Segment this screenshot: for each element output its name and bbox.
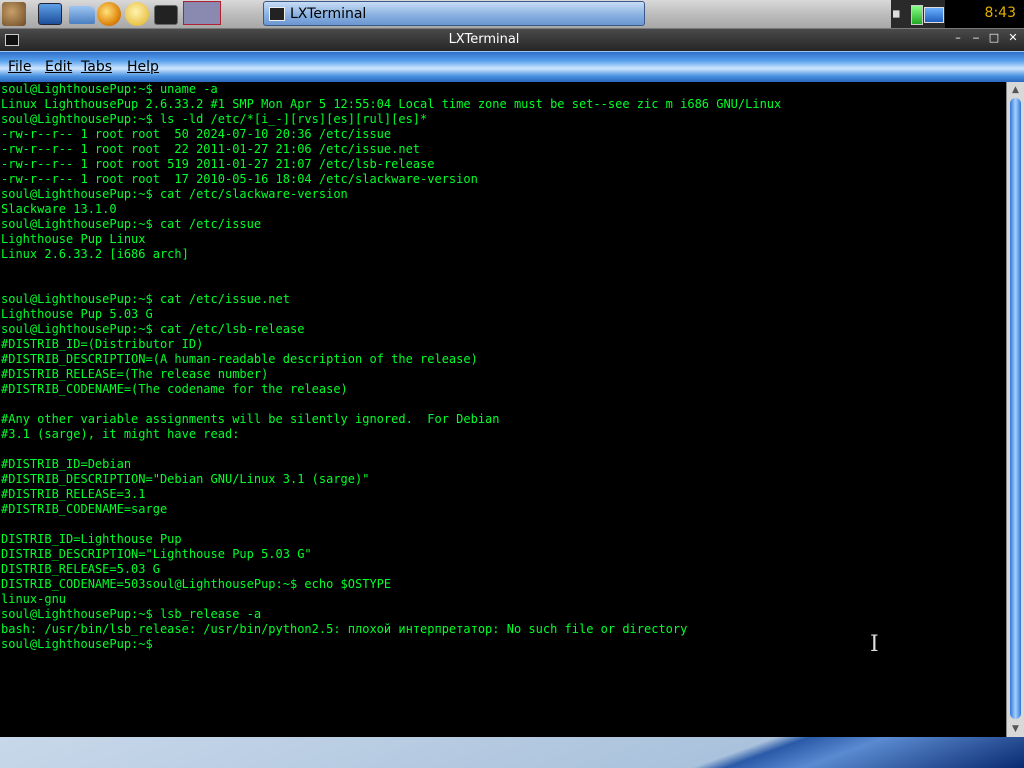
- terminal-line: soul@LighthousePup:~$ cat /etc/issue: [1, 217, 262, 231]
- terminal-icon[interactable]: [154, 5, 178, 25]
- terminal-icon: [269, 7, 285, 21]
- window-title: LXTerminal: [448, 32, 520, 47]
- terminal-line: DISTRIB_ID=Lighthouse Pup: [1, 532, 182, 546]
- terminal-line: soul@LighthousePup:~$ cat /etc/lsb-relea…: [1, 322, 305, 336]
- battery-icon[interactable]: [911, 5, 923, 25]
- menu-help[interactable]: Help: [127, 59, 159, 75]
- system-tray: [891, 0, 945, 28]
- terminal-line: #DISTRIB_RELEASE=(The release number): [1, 367, 269, 381]
- top-panel: LXTerminal 8:43: [0, 0, 1024, 29]
- terminal-line: soul@LighthousePup:~$ ls -ld /etc/*[i_-]…: [1, 112, 428, 126]
- scrollbar[interactable]: ▲ ▼: [1006, 82, 1024, 737]
- desktop-icon[interactable]: [38, 3, 62, 25]
- terminal-line: #DISTRIB_DESCRIPTION=(A human-readable d…: [1, 352, 478, 366]
- terminal-line: bash: /usr/bin/lsb_release: /usr/bin/pyt…: [1, 622, 688, 636]
- maximize-icon[interactable]: □: [986, 31, 1002, 47]
- taskbar-button-lxterminal[interactable]: LXTerminal: [263, 1, 645, 26]
- network-icon[interactable]: [924, 7, 944, 23]
- scroll-up-icon[interactable]: ▲: [1009, 84, 1022, 96]
- terminal-line: -rw-r--r-- 1 root root 17 2010-05-16 18:…: [1, 172, 478, 186]
- clock[interactable]: 8:43: [985, 5, 1016, 21]
- terminal-line: linux-gnu: [1, 592, 67, 606]
- volume-icon[interactable]: [893, 5, 909, 23]
- terminal-line: -rw-r--r-- 1 root root 519 2011-01-27 21…: [1, 157, 435, 171]
- terminal-line: #3.1 (sarge), it might have read:: [1, 427, 240, 441]
- terminal-line: soul@LighthousePup:~$ cat /etc/issue.net: [1, 292, 290, 306]
- terminal-line: #DISTRIB_DESCRIPTION="Debian GNU/Linux 3…: [1, 472, 370, 486]
- terminal-line: #DISTRIB_ID=(Distributor ID): [1, 337, 204, 351]
- terminal-line: Linux LighthousePup 2.6.33.2 #1 SMP Mon …: [1, 97, 782, 111]
- terminal-line: Slackware 13.1.0: [1, 202, 117, 216]
- terminal-line: #Any other variable assignments will be …: [1, 412, 500, 426]
- menu-edit[interactable]: Edit: [45, 59, 72, 75]
- window-titlebar[interactable]: LXTerminal – ‒ □ ✕: [0, 29, 1024, 51]
- taskbar-button-label: LXTerminal: [290, 6, 367, 22]
- menu-tabs[interactable]: Tabs: [81, 59, 112, 75]
- close-icon[interactable]: ✕: [1005, 31, 1021, 47]
- terminal-line: #DISTRIB_RELEASE=3.1: [1, 487, 146, 501]
- text-cursor-icon: I: [870, 632, 879, 657]
- menu-bar: File Edit Tabs Help: [0, 51, 1024, 82]
- terminal-line: -rw-r--r-- 1 root root 50 2024-07-10 20:…: [1, 127, 392, 141]
- terminal-line: -rw-r--r-- 1 root root 22 2011-01-27 21:…: [1, 142, 421, 156]
- terminal-line: soul@LighthousePup:~$: [1, 637, 160, 651]
- browser-icon[interactable]: [97, 2, 121, 26]
- terminal-lines: soul@LighthousePup:~$ uname -a Linux Ligh…: [1, 82, 781, 652]
- menu-icon[interactable]: [2, 2, 26, 26]
- menu-file[interactable]: File: [8, 59, 31, 75]
- clock-area: 8:43: [945, 0, 1024, 28]
- terminal-line: soul@LighthousePup:~$ uname -a: [1, 82, 218, 96]
- terminal-line: DISTRIB_DESCRIPTION="Lighthouse Pup 5.03…: [1, 547, 312, 561]
- terminal-line: DISTRIB_RELEASE=5.03 G: [1, 562, 160, 576]
- terminal-line: soul@LighthousePup:~$ lsb_release -a: [1, 607, 262, 621]
- terminal-line: Lighthouse Pup Linux: [1, 232, 146, 246]
- terminal-line: Lighthouse Pup 5.03 G: [1, 307, 153, 321]
- scrollbar-thumb[interactable]: [1010, 98, 1021, 719]
- minimize-icon[interactable]: –: [950, 31, 966, 47]
- desktop-background: [0, 737, 1024, 768]
- chat-icon[interactable]: [125, 2, 149, 26]
- terminal-line: Linux 2.6.33.2 [i686 arch]: [1, 247, 189, 261]
- terminal-line: soul@LighthousePup:~$ cat /etc/slackware…: [1, 187, 348, 201]
- folder-icon[interactable]: [69, 6, 95, 24]
- scroll-down-icon[interactable]: ▼: [1009, 723, 1022, 735]
- terminal-line: #DISTRIB_CODENAME=(The codename for the …: [1, 382, 348, 396]
- terminal-line: #DISTRIB_ID=Debian: [1, 457, 132, 471]
- desktop-pager[interactable]: [183, 1, 221, 25]
- shade-icon[interactable]: ‒: [968, 31, 984, 47]
- terminal-line: #DISTRIB_CODENAME=sarge: [1, 502, 168, 516]
- terminal-line: DISTRIB_CODENAME=503soul@LighthousePup:~…: [1, 577, 392, 591]
- terminal-output[interactable]: soul@LighthousePup:~$ uname -a Linux Ligh…: [0, 82, 1006, 737]
